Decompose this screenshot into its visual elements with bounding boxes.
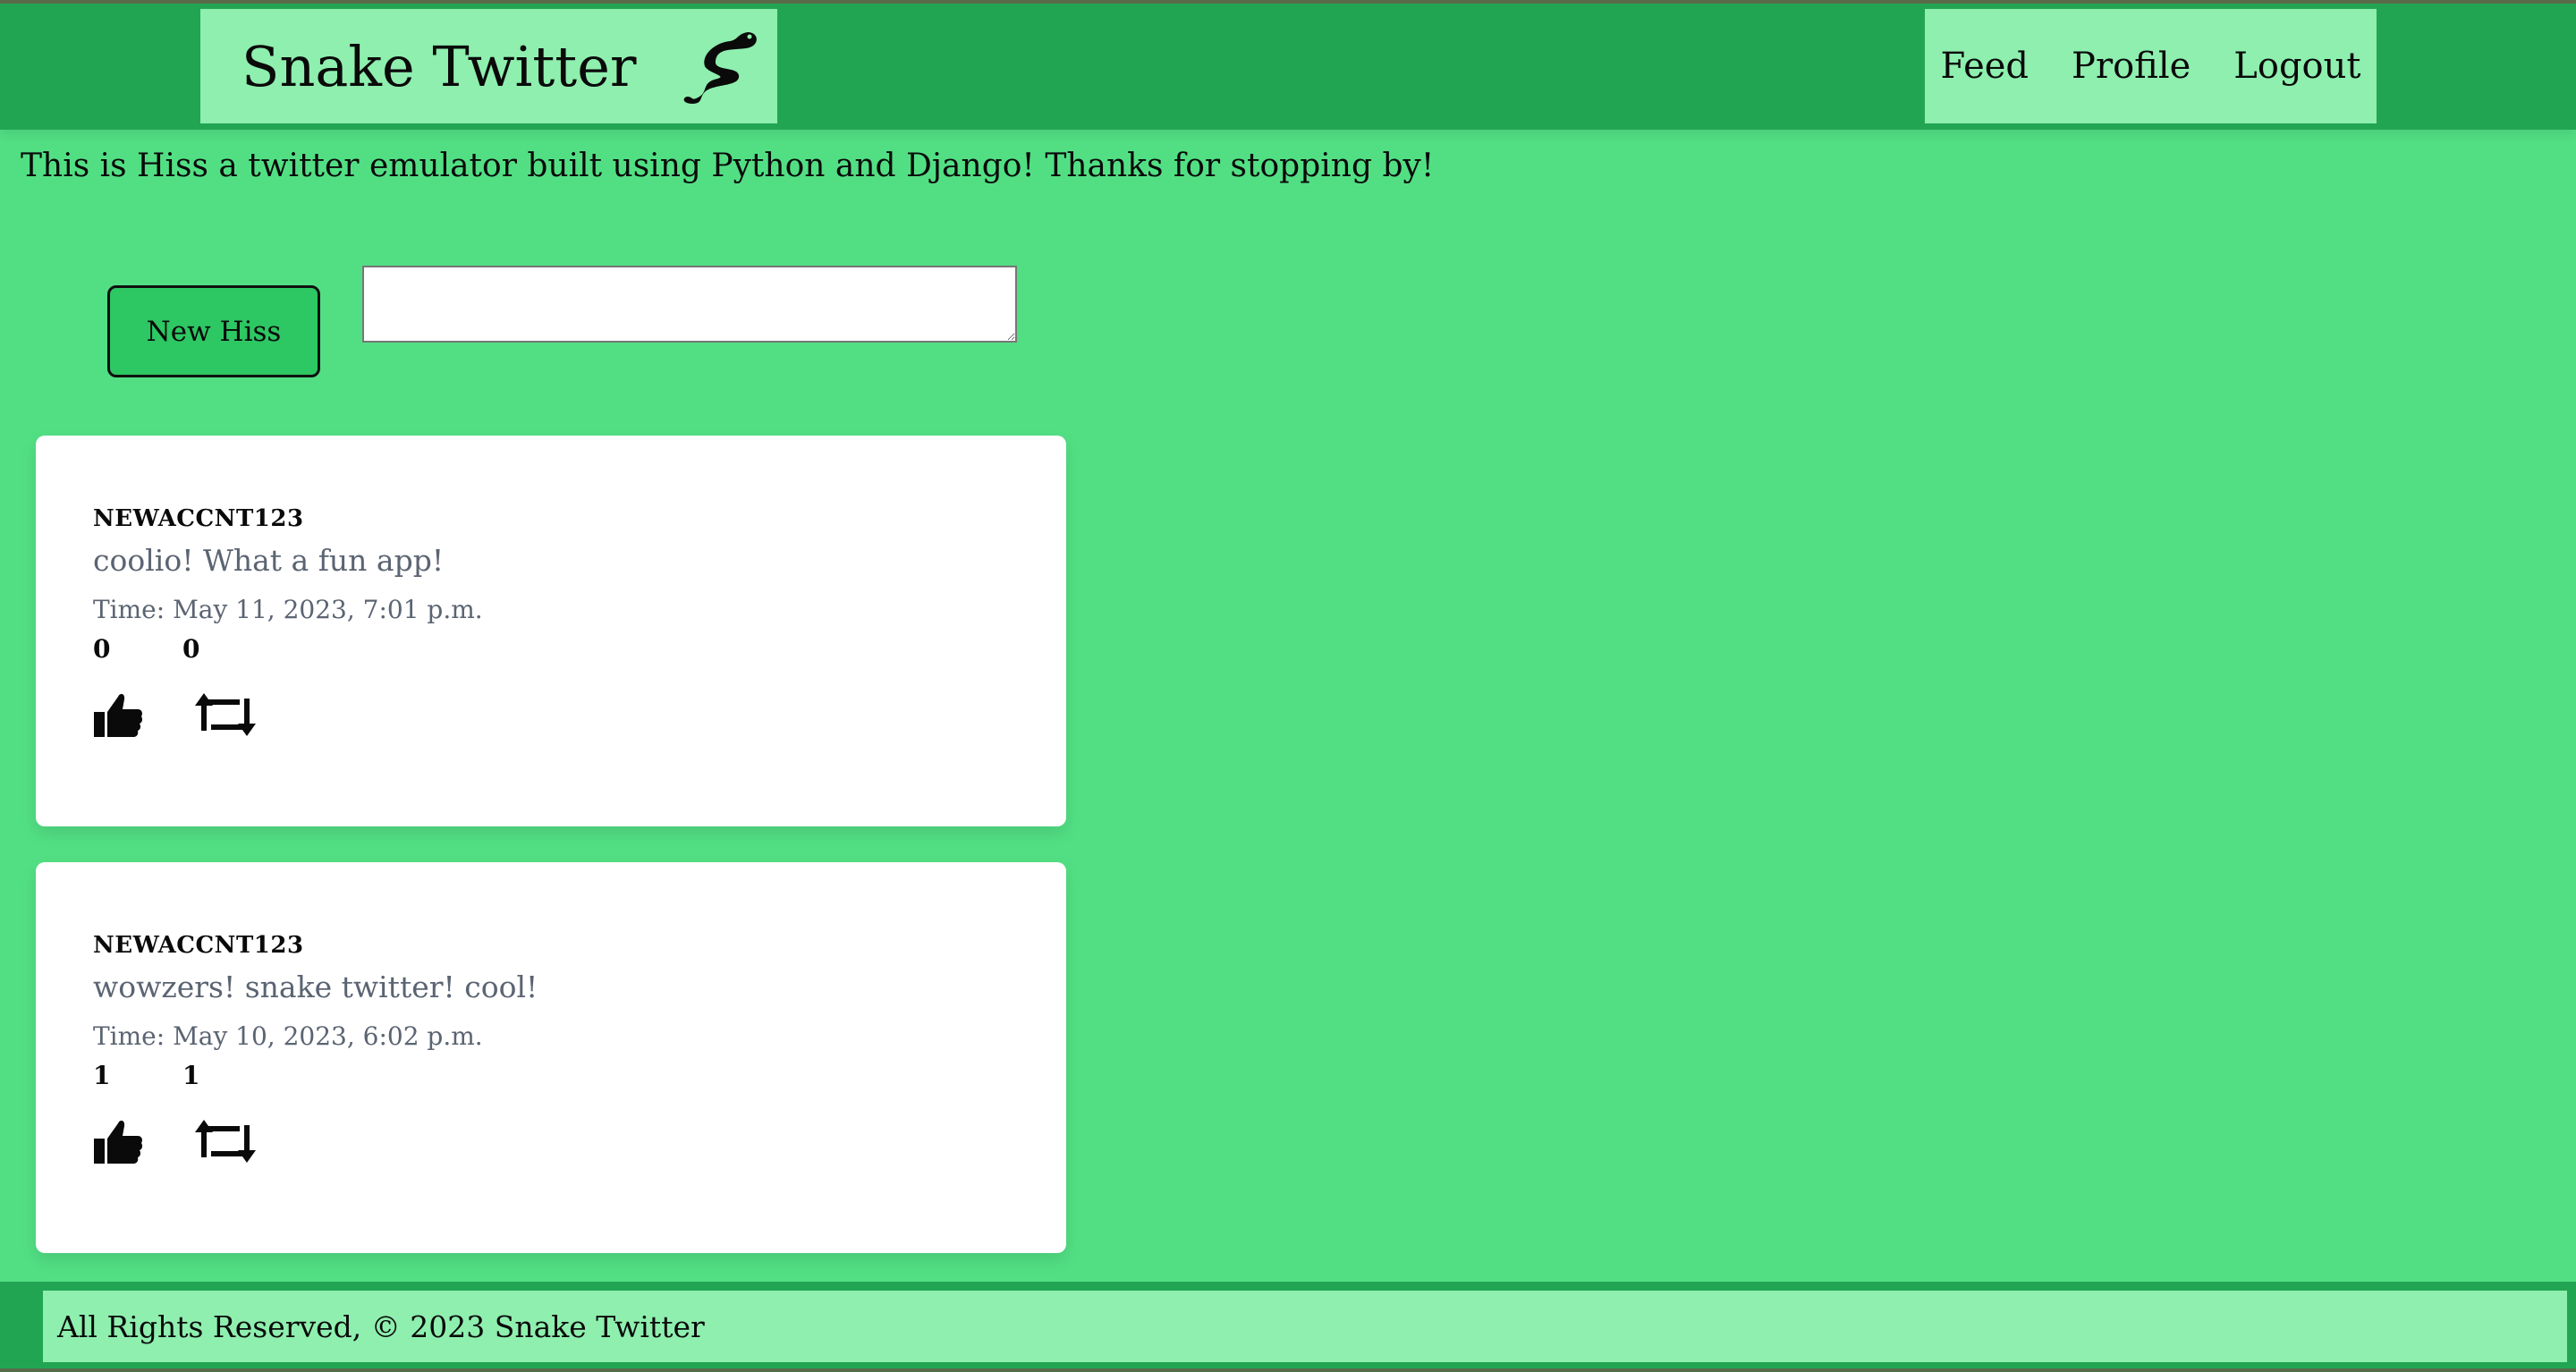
rehiss-count: 1 xyxy=(182,1061,200,1090)
like-count: 1 xyxy=(93,1061,111,1090)
brand[interactable]: Snake Twitter xyxy=(200,9,777,123)
post-author[interactable]: NEWACCNT123 xyxy=(93,932,304,959)
snake-icon xyxy=(674,21,764,111)
rehiss-count: 0 xyxy=(182,634,200,664)
site-footer: All Rights Reserved, © 2023 Snake Twitte… xyxy=(0,1282,2576,1372)
thumbs-up-icon[interactable] xyxy=(91,688,145,741)
main-nav: Feed Profile Logout xyxy=(1925,9,2377,123)
post-author[interactable]: NEWACCNT123 xyxy=(93,505,304,532)
retweet-icon[interactable] xyxy=(193,688,258,741)
nav-logout-link[interactable]: Logout xyxy=(2233,46,2360,87)
footer-panel: All Rights Reserved, © 2023 Snake Twitte… xyxy=(43,1291,2567,1362)
copyright-text: All Rights Reserved, © 2023 Snake Twitte… xyxy=(57,1308,705,1344)
post-time: Time: May 10, 2023, 6:02 p.m. xyxy=(93,1021,483,1051)
retweet-icon[interactable] xyxy=(193,1114,258,1168)
nav-feed-link[interactable]: Feed xyxy=(1941,46,2029,87)
post-time: Time: May 11, 2023, 7:01 p.m. xyxy=(93,595,483,624)
like-count: 0 xyxy=(93,634,111,664)
post-card: NEWACCNT123 coolio! What a fun app! Time… xyxy=(36,436,1066,826)
site-title: Snake Twitter xyxy=(242,33,637,99)
site-header: Snake Twitter Feed Profile Logout xyxy=(0,0,2576,130)
post-content: coolio! What a fun app! xyxy=(93,543,445,578)
thumbs-up-icon[interactable] xyxy=(91,1114,145,1168)
post-content: wowzers! snake twitter! cool! xyxy=(93,970,538,1004)
hiss-input[interactable] xyxy=(362,266,1017,343)
intro-text: This is Hiss a twitter emulator built us… xyxy=(21,148,1435,184)
nav-profile-link[interactable]: Profile xyxy=(2072,46,2190,87)
new-hiss-button[interactable]: New Hiss xyxy=(107,285,320,377)
post-card: NEWACCNT123 wowzers! snake twitter! cool… xyxy=(36,862,1066,1253)
